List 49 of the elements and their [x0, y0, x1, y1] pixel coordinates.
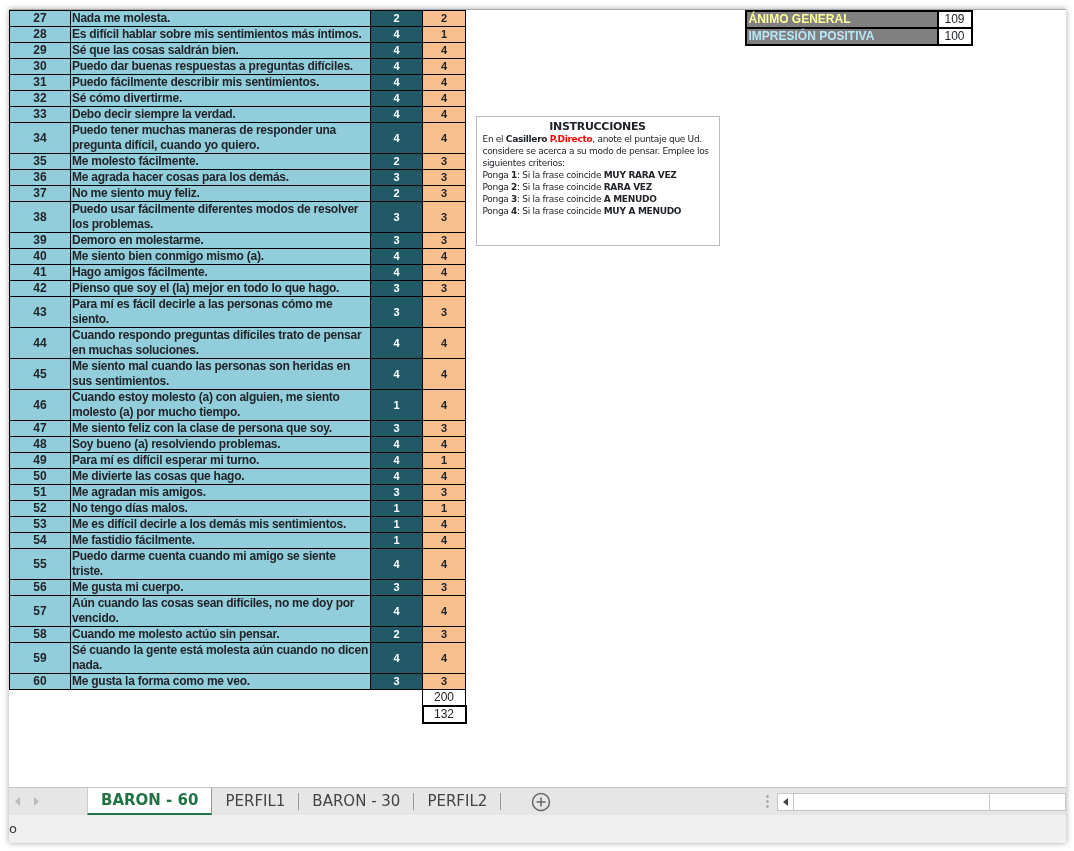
sheet-tab[interactable]: BARON - 30: [299, 793, 415, 810]
item-statement: Me siento mal cuando las personas son heridas en sus sentimientos.: [70, 358, 371, 390]
item-number: 46: [9, 389, 71, 421]
item-statement: Cuando respondo preguntas difíciles trato de pensar en muchas soluciones.: [70, 327, 371, 359]
item-statement: Cuando estoy molesto (a) con alguien, me siento molesto (a) por mucho tiempo.: [70, 389, 371, 421]
item-number: 57: [9, 595, 71, 627]
scroll-left-icon[interactable]: [783, 797, 788, 806]
score-cell: 3: [370, 201, 423, 233]
score-cell: 4: [370, 327, 423, 359]
item-statement: Nada me molesta.: [70, 10, 371, 27]
item-statement: Aún cuando las cosas sean difíciles, no me doy por vencido.: [70, 595, 371, 627]
criteria-line: Ponga 4: Si la frase coincide MUY A MENUDO: [482, 205, 683, 217]
score-cell: 4: [370, 122, 423, 154]
status-text: o: [9, 820, 17, 839]
item-statement: Puedo tener muchas maneras de responder una pregunta difícil, cuando yo quiero.: [70, 122, 371, 154]
score-cell: 1: [370, 389, 423, 421]
sheet-tab[interactable]: PERFIL2: [414, 793, 502, 810]
score-cell: 3: [370, 296, 423, 328]
criteria-line: Ponga 3: Si la frase coincide A MENUDO: [482, 193, 658, 205]
item-number: 34: [9, 122, 71, 154]
instructions-text: En el Casillero P.Directo, anote el puntaje que Ud. considere se acerca a su modo de pensar. Emplee los siguientes criterios:: [482, 133, 710, 169]
total-cell: 132: [422, 706, 466, 723]
item-number: 55: [9, 548, 71, 580]
item-number: 45: [9, 358, 71, 390]
horizontal-scrollbar[interactable]: [777, 792, 1066, 811]
score-cell: 4: [370, 548, 423, 580]
direct-score-cell[interactable]: 2: [422, 10, 466, 27]
item-number: 44: [9, 327, 71, 359]
item-number: 38: [9, 201, 71, 233]
scroll-right-icon[interactable]: [33, 797, 39, 806]
item-statement: Sé cuando la gente está molesta aún cuando no dicen nada.: [70, 642, 371, 674]
item-statement: Puedo usar fácilmente diferentes modos de resolver los problemas.: [70, 201, 371, 233]
item-number: 59: [9, 642, 71, 674]
score-cell: 4: [370, 595, 423, 627]
sheet-tab[interactable]: PERFIL1: [212, 793, 300, 810]
summary-value: 109: [937, 11, 972, 28]
sheet-tab[interactable]: BARON - 60: [87, 788, 213, 815]
instructions-title: INSTRUCCIONES: [548, 120, 647, 133]
item-statement: Para mí es fácil decirle a las personas cómo me siento.: [70, 296, 371, 328]
splitter-grip-icon[interactable]: [766, 795, 769, 808]
score-cell: 2: [370, 10, 423, 27]
score-cell: 4: [370, 358, 423, 390]
criteria-line: Ponga 2: Si la frase coincide RARA VEZ: [482, 181, 653, 193]
item-statement: Puedo darme cuenta cuando mi amigo se siente triste.: [70, 548, 371, 580]
item-number: 27: [9, 10, 71, 27]
summary-label: ÁNIMO GENERAL: [745, 11, 938, 28]
criteria-line: Ponga 1: Si la frase coincide MUY RARA VEZ: [482, 169, 678, 181]
item-number: 43: [9, 296, 71, 328]
score-cell: 4: [370, 642, 423, 674]
